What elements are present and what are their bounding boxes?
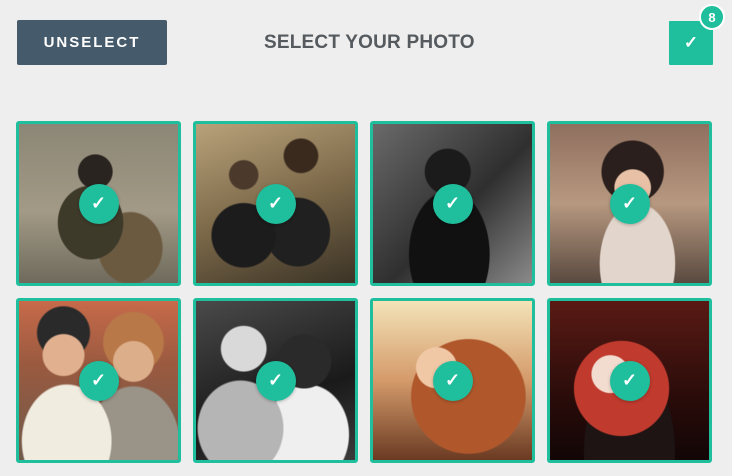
photo-tile[interactable]: ✓ [193, 298, 358, 463]
photo-grid: ✓ ✓ ✓ ✓ ✓ ✓ ✓ ✓ [16, 121, 712, 463]
photo-tile[interactable]: ✓ [16, 298, 181, 463]
checkmark-icon: ✓ [432, 360, 473, 401]
photo-tile[interactable]: ✓ [547, 298, 712, 463]
checkmark-icon: ✓ [683, 33, 699, 52]
photo-tile[interactable]: ✓ [16, 121, 181, 286]
checkmark-icon: ✓ [78, 360, 119, 401]
selected-count-badge: 8 [699, 4, 725, 30]
checkmark-icon: ✓ [255, 183, 296, 224]
checkmark-icon: ✓ [609, 183, 650, 224]
unselect-button[interactable]: UNSELECT [17, 20, 167, 65]
photo-tile[interactable]: ✓ [370, 121, 535, 286]
checkmark-icon: ✓ [609, 360, 650, 401]
checkmark-icon: ✓ [78, 183, 119, 224]
photo-tile[interactable]: ✓ [193, 121, 358, 286]
page-title: SELECT YOUR PHOTO [264, 32, 475, 53]
checkmark-icon: ✓ [432, 183, 473, 224]
photo-tile[interactable]: ✓ [547, 121, 712, 286]
photo-tile[interactable]: ✓ [370, 298, 535, 463]
checkmark-icon: ✓ [255, 360, 296, 401]
